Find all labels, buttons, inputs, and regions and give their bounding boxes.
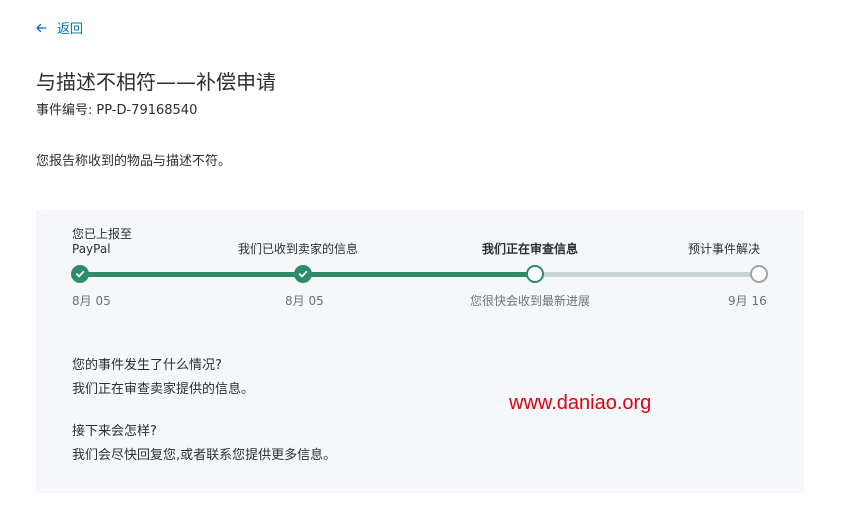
step-date-reported: 8月 05: [72, 294, 111, 308]
step-date-reviewing: 您很快会收到最新进展: [470, 294, 591, 308]
step-node-resolution: [750, 265, 768, 283]
step-label-resolution: 预计事件解决: [688, 242, 761, 256]
case-id-label: 事件编号:: [36, 103, 93, 118]
step-node-reviewing: [526, 265, 544, 283]
step-label-reviewing: 我们正在审查信息: [482, 242, 579, 256]
next-steps-text: 我们会尽快回复您,或者联系您提供更多信息。: [72, 448, 337, 463]
check-icon: [75, 270, 85, 278]
step-date-resolution: 9月 16: [728, 294, 767, 308]
step-node-reported: [71, 265, 89, 283]
back-link-label: 返回: [57, 22, 84, 37]
what-happened-heading: 您的事件发生了什么情况?: [72, 358, 222, 373]
watermark: www.daniao.org: [509, 392, 652, 414]
step-node-seller-info: [294, 265, 312, 283]
case-description: 您报告称收到的物品与描述不符。: [36, 154, 232, 169]
progress-track-remaining: [536, 272, 759, 277]
case-id: 事件编号: PP-D-79168540: [36, 99, 197, 118]
back-link[interactable]: 返回: [35, 18, 83, 37]
check-icon: [298, 270, 308, 278]
case-id-value: PP-D-79168540: [96, 103, 198, 118]
step-date-seller-info: 8月 05: [285, 294, 324, 308]
page-title: 与描述不相符——补偿申请: [36, 70, 276, 94]
page: 返回 与描述不相符——补偿申请 事件编号: PP-D-79168540 您报告称收…: [0, 0, 867, 520]
arrow-left-icon: [36, 23, 47, 32]
status-panel: 您已上报至 PayPal 我们已收到卖家的信息 我们正在审查信息 预计事件解决 …: [36, 210, 804, 493]
next-steps-heading: 接下来会怎样?: [72, 424, 157, 439]
step-label-seller-info: 我们已收到卖家的信息: [238, 242, 359, 256]
what-happened-text: 我们正在审查卖家提供的信息。: [72, 382, 255, 397]
step-label-reported: 您已上报至 PayPal: [72, 227, 133, 256]
